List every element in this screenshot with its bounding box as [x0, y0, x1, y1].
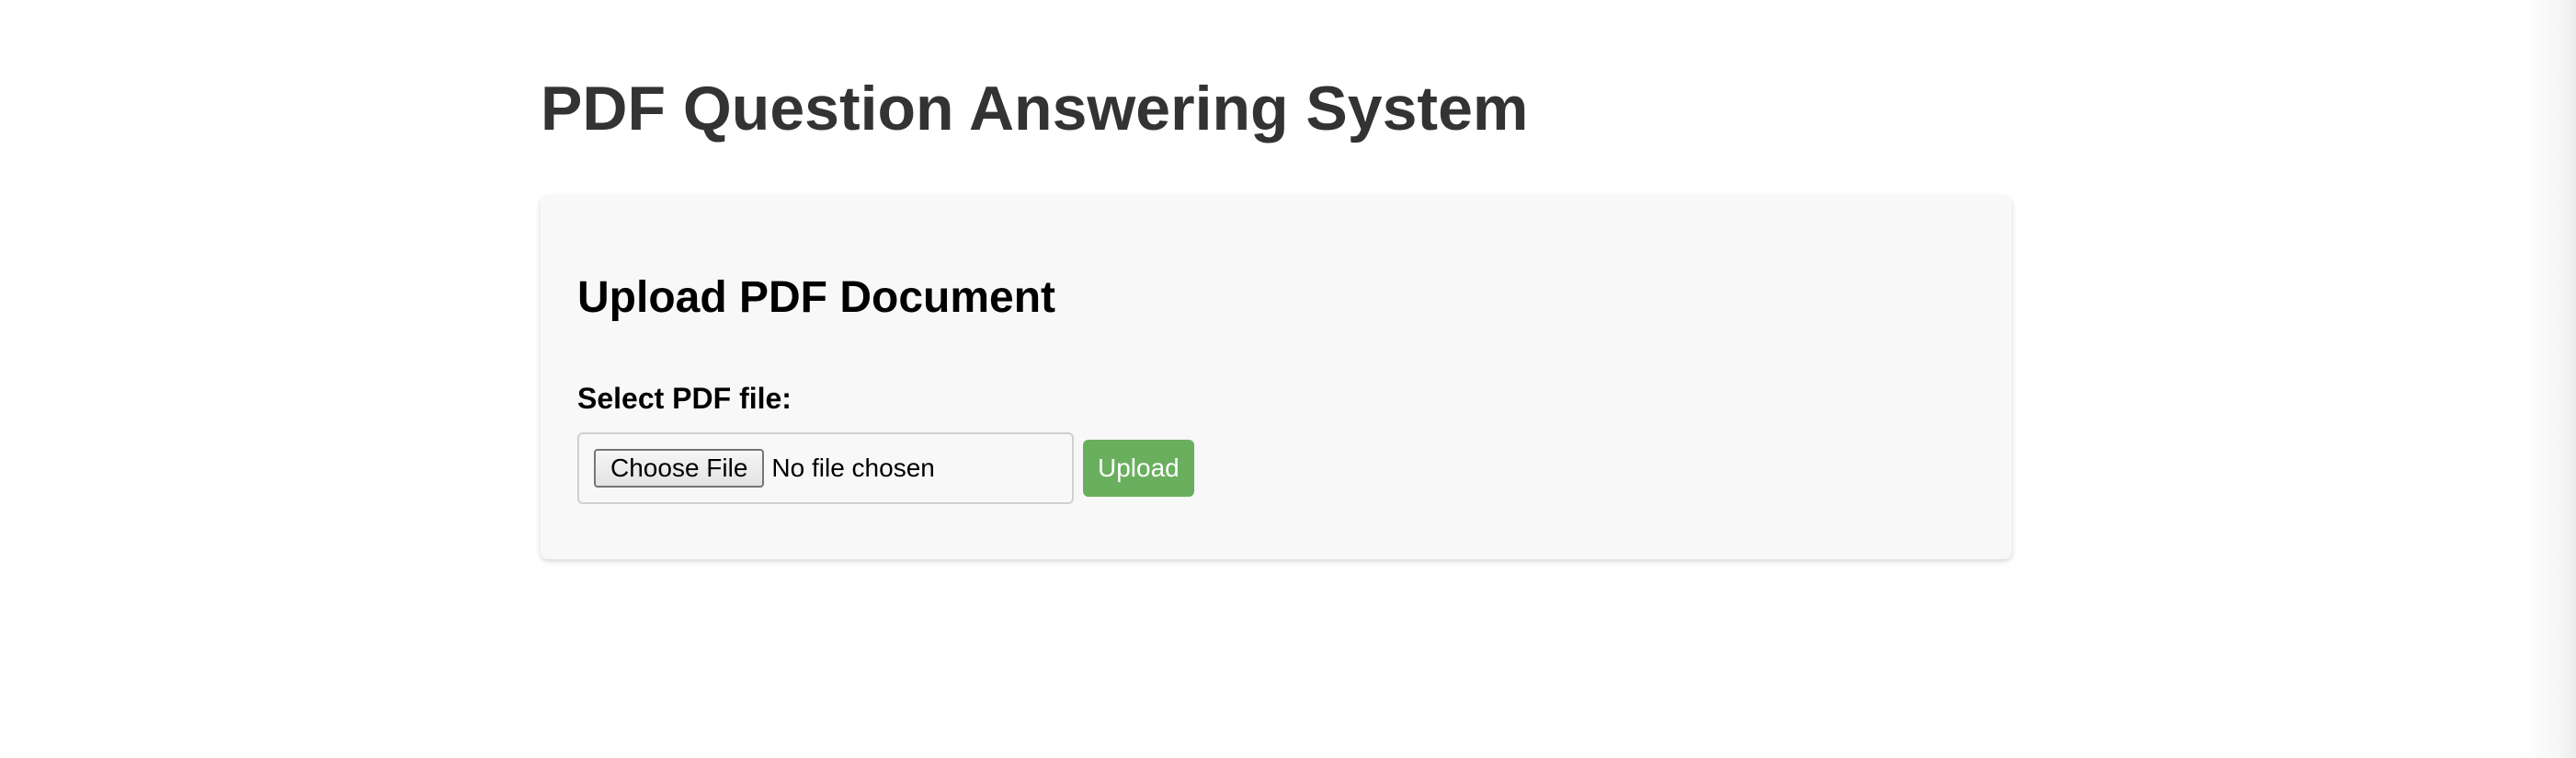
page-title: PDF Question Answering System: [541, 74, 1529, 144]
file-field-label: Select PDF file:: [577, 382, 792, 415]
file-input[interactable]: Choose File No file chosen: [577, 432, 1074, 504]
upload-section-heading: Upload PDF Document: [577, 273, 1056, 322]
file-status-text: No file chosen: [771, 454, 935, 482]
upload-button[interactable]: Upload: [1083, 440, 1194, 497]
page: PDF Question Answering System Upload PDF…: [0, 0, 2576, 758]
choose-file-button[interactable]: Choose File: [594, 449, 765, 488]
upload-card: Upload PDF Document Select PDF file: Cho…: [541, 196, 2012, 559]
